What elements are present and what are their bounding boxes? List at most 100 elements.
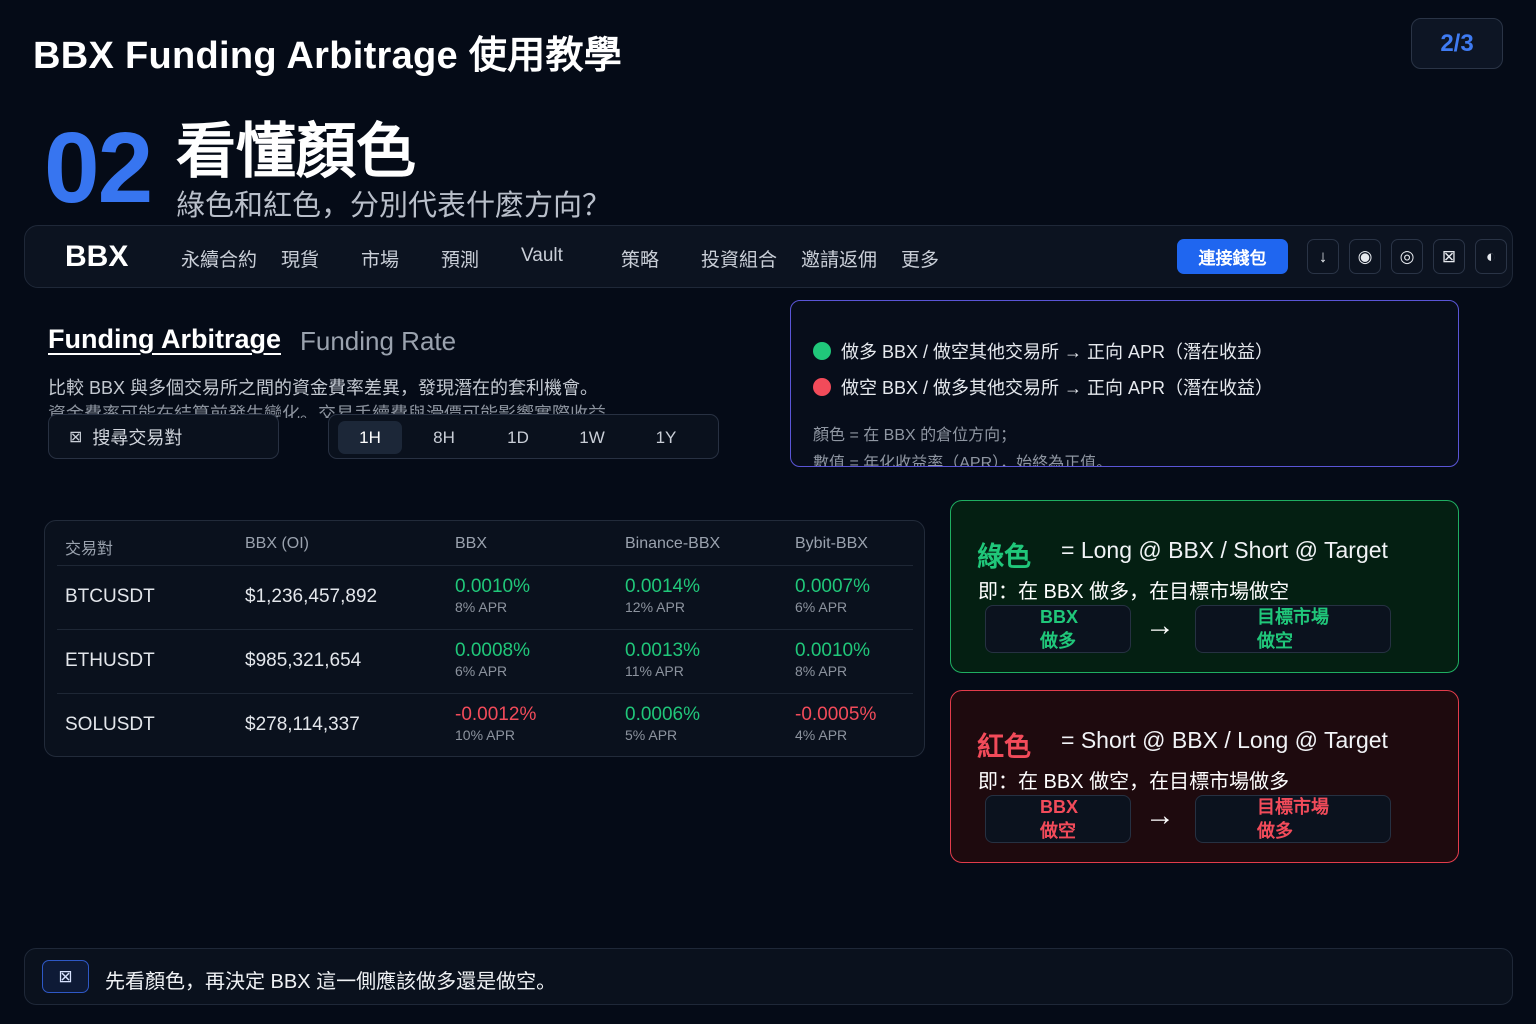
legend-green-row: 做多 BBX / 做空其他交易所 → 正向 APR（潛在收益） [813, 338, 1273, 364]
bbx-logo[interactable]: BBX [65, 240, 128, 274]
column-header-bybit[interactable]: Bybit-BBX [795, 535, 868, 553]
pair-cell: SOLUSDT [65, 714, 155, 735]
oi-cell: $985,321,654 [245, 650, 362, 671]
legend-green-text: 做多 BBX / 做空其他交易所 → 正向 APR（潛在收益） [841, 342, 1274, 362]
green-explanation-card: 綠色 = Long @ BBX / Short @ Target 即：在 BBX… [950, 500, 1459, 673]
apr-value: 4% APR [795, 727, 848, 743]
theme-toggle-icon[interactable]: ◐ [1475, 239, 1507, 274]
rate-value: 0.0010% [795, 640, 871, 661]
bbx-rate-cell: 0.0008% 6% APR [455, 640, 530, 679]
target-short-chip: 目標市場 做空 [1195, 605, 1391, 653]
green-meaning: 即：在 BBX 做多，在目標市場做空 [978, 581, 1290, 603]
nav-item-spot[interactable]: 現貨 [281, 245, 319, 272]
app-navbar: BBX 永續合約 現貨 市場 預測 Vault 策略 投資組合 邀請返佣 更多 … [24, 225, 1513, 288]
apr-value: 12% APR [625, 599, 685, 615]
chip-line: 目標市場 [1257, 797, 1329, 817]
nav-item-vault[interactable]: Vault [521, 245, 563, 267]
apr-value: 11% APR [625, 663, 684, 679]
rate-value: 0.0007% [795, 576, 871, 597]
nav-item-strategy[interactable]: 策略 [621, 245, 659, 272]
bbx-rate-cell: 0.0010% 8% APR [455, 576, 530, 615]
chip-line: BBX [1040, 607, 1079, 627]
legend-note-value: 數值 = 年化收益率（APR），始終為正值。 [813, 455, 1113, 467]
chip-line: BBX [1040, 797, 1079, 817]
pair-cell: BTCUSDT [65, 586, 155, 607]
page-indicator: 2/3 [1411, 18, 1503, 69]
red-explanation-card: 紅色 = Short @ BBX / Long @ Target 即：在 BBX… [950, 690, 1459, 863]
section-title: 看懂顏色 [176, 118, 416, 185]
chip-line: 做空 [1040, 821, 1076, 841]
arrow-right-icon: → [1145, 799, 1175, 832]
table-row[interactable]: BTCUSDT $1,236,457,892 0.0010% 8% APR 0.… [57, 565, 913, 629]
oi-cell: $278,114,337 [245, 714, 360, 735]
red-label: 紅色 [977, 732, 1031, 762]
search-input[interactable]: ⊠ 搜尋交易對 [48, 414, 279, 459]
nav-item-portfolio[interactable]: 投資組合 [701, 245, 777, 272]
nav-item-markets[interactable]: 市場 [361, 245, 399, 272]
section-number: 02 [44, 112, 153, 224]
green-label: 綠色 [977, 542, 1031, 572]
binance-rate-cell: 0.0006% 5% APR [625, 704, 700, 743]
rate-value: 0.0008% [455, 640, 531, 661]
chip-line: 目標市場 [1257, 607, 1329, 627]
search-placeholder: 搜尋交易對 [92, 427, 183, 448]
bybit-rate-cell: 0.0007% 6% APR [795, 576, 870, 615]
bbx-long-chip: BBX 做多 [985, 605, 1131, 653]
apr-value: 10% APR [455, 727, 515, 743]
period-1y[interactable]: 1Y [634, 421, 698, 454]
column-header-binance[interactable]: Binance-BBX [625, 535, 720, 553]
tab-funding-rate[interactable]: Funding Rate [300, 326, 456, 357]
legend-note-color: 顏色 = 在 BBX 的倉位方向； [813, 427, 1017, 444]
chip-line: 做多 [1040, 631, 1076, 651]
nav-item-more[interactable]: 更多 [901, 245, 939, 272]
period-1w[interactable]: 1W [560, 421, 624, 454]
apr-value: 5% APR [625, 727, 678, 743]
period-selector: 1H 8H 1D 1W 1Y [328, 414, 719, 459]
tip-text: 先看顏色，再決定 BBX 這一側應該做多還是做空。 [105, 971, 557, 993]
apr-value: 8% APR [795, 663, 848, 679]
target-long-chip: 目標市場 做多 [1195, 795, 1391, 843]
funding-rate-table: 交易對 BBX (OI) BBX Binance-BBX Bybit-BBX B… [44, 520, 925, 757]
red-meaning: 即：在 BBX 做空，在目標市場做多 [978, 771, 1290, 793]
bbx-short-chip: BBX 做空 [985, 795, 1131, 843]
red-dot-icon [813, 378, 831, 396]
column-header-bbx[interactable]: BBX [455, 535, 487, 553]
section-subtitle: 綠色和紅色，分別代表什麼方向？ [176, 190, 612, 222]
placeholder-icon[interactable]: ⊠ [1433, 239, 1465, 274]
period-1h[interactable]: 1H [338, 421, 402, 454]
apr-value: 6% APR [455, 663, 508, 679]
tip-bar: ⊠ 先看顏色，再決定 BBX 這一側應該做多還是做空。 [24, 948, 1513, 1005]
pair-cell: ETHUSDT [65, 650, 155, 671]
rate-value: 0.0006% [625, 704, 701, 725]
legend-red-row: 做空 BBX / 做多其他交易所 → 正向 APR（潛在收益） [813, 374, 1273, 400]
bybit-rate-cell: 0.0010% 8% APR [795, 640, 870, 679]
binance-rate-cell: 0.0013% 11% APR [625, 640, 700, 679]
column-header-oi[interactable]: BBX (OI) [245, 535, 309, 553]
table-row[interactable]: SOLUSDT $278,114,337 -0.0012% 10% APR 0.… [57, 693, 913, 757]
record-icon[interactable]: ◉ [1349, 239, 1381, 274]
bybit-rate-cell: -0.0005% 4% APR [795, 704, 876, 743]
download-icon[interactable]: ↓ [1307, 239, 1339, 274]
rate-value: -0.0012% [455, 704, 537, 725]
chip-line: 做多 [1257, 821, 1293, 841]
target-icon[interactable]: ◎ [1391, 239, 1423, 274]
color-legend: 做多 BBX / 做空其他交易所 → 正向 APR（潛在收益） 做空 BBX /… [790, 300, 1459, 467]
period-8h[interactable]: 8H [412, 421, 476, 454]
chip-line: 做空 [1257, 631, 1293, 651]
nav-item-predict[interactable]: 預測 [441, 245, 479, 272]
document-title: BBX Funding Arbitrage 使用教學 [33, 35, 623, 77]
period-1d[interactable]: 1D [486, 421, 550, 454]
rate-value: 0.0014% [625, 576, 701, 597]
rate-value: 0.0010% [455, 576, 531, 597]
apr-value: 8% APR [455, 599, 508, 615]
column-header-pair[interactable]: 交易對 [65, 535, 113, 559]
bbx-rate-cell: -0.0012% 10% APR [455, 704, 536, 743]
green-dot-icon [813, 342, 831, 360]
page-title[interactable]: Funding Arbitrage [48, 324, 281, 355]
nav-item-referral[interactable]: 邀請返佣 [801, 245, 877, 272]
connect-wallet-button[interactable]: 連接錢包 [1177, 239, 1288, 274]
legend-red-text: 做空 BBX / 做多其他交易所 → 正向 APR（潛在收益） [841, 378, 1274, 398]
page-description: 比較 BBX 與多個交易所之間的資金費率差異，發現潛在的套利機會。 [48, 378, 599, 398]
table-row[interactable]: ETHUSDT $985,321,654 0.0008% 6% APR 0.00… [57, 629, 913, 693]
nav-item-perpetual[interactable]: 永續合約 [181, 245, 257, 272]
